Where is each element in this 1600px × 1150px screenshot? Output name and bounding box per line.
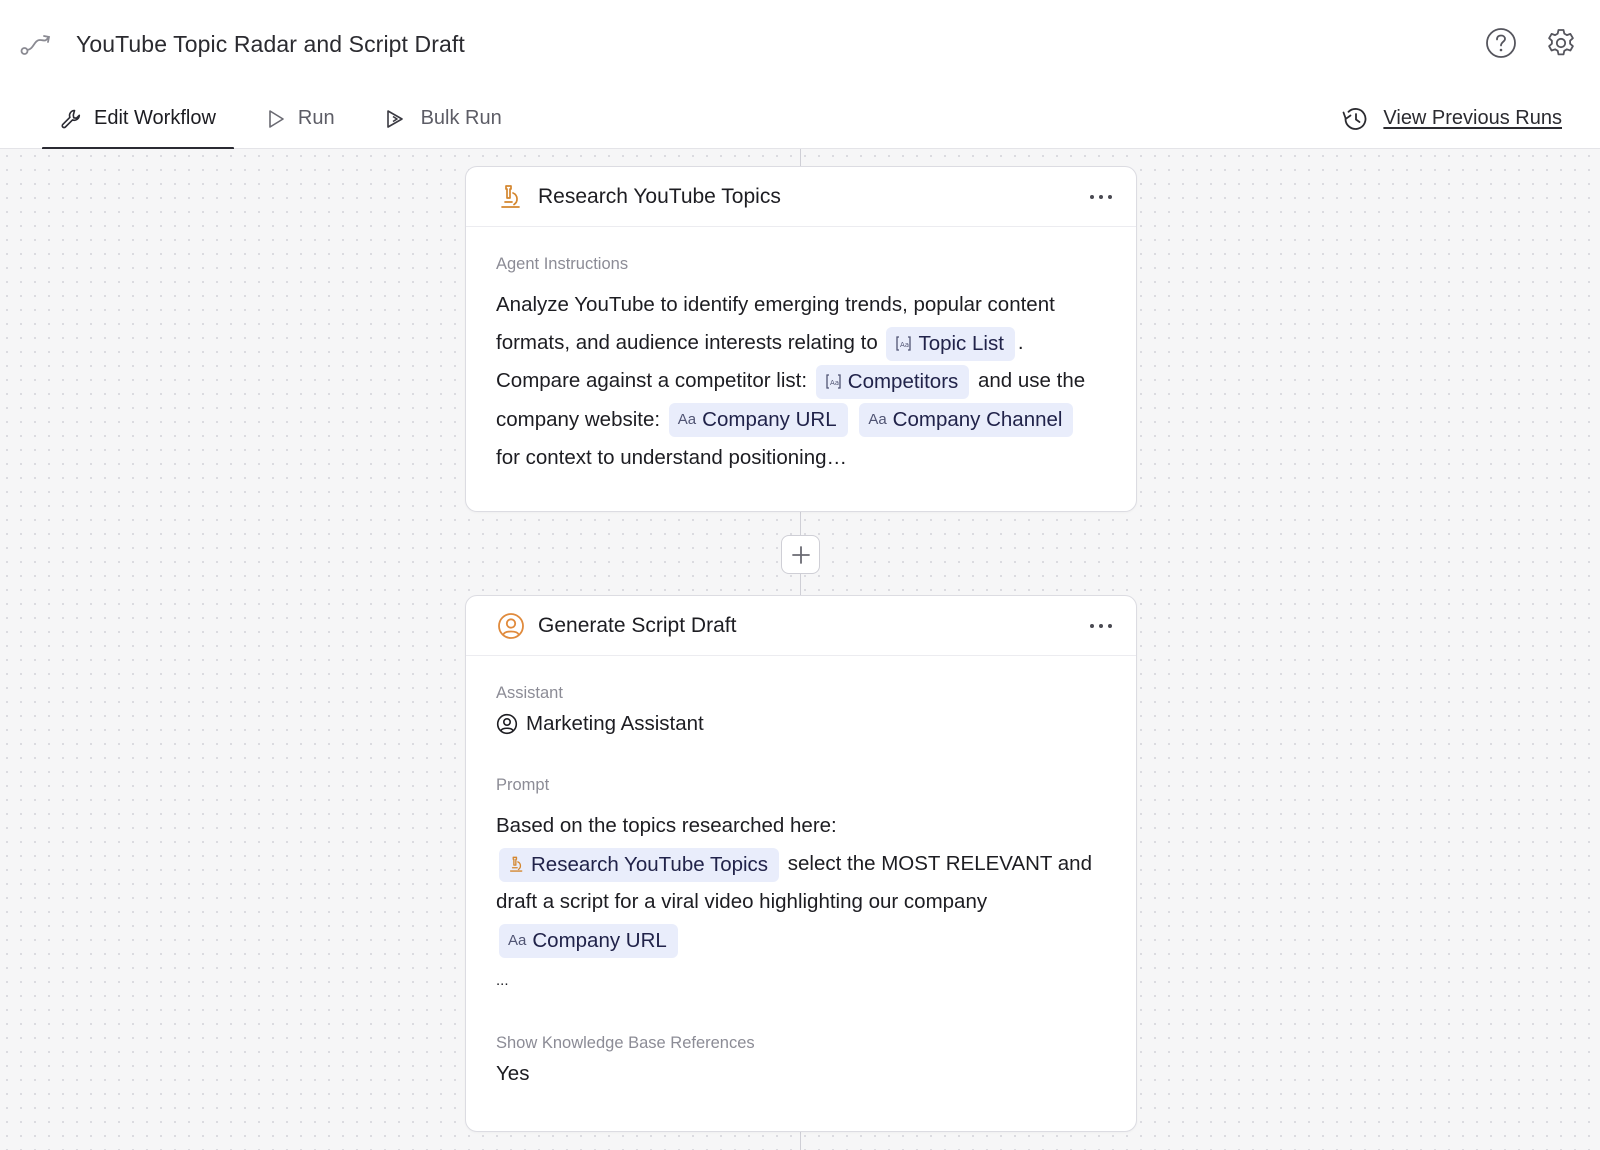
gear-icon [1548, 29, 1574, 56]
list-variable-icon: Aa [895, 335, 912, 352]
tab-label: Run [297, 107, 335, 129]
tab-edit-workflow[interactable]: Edit Workflow [42, 88, 234, 150]
assistant-label: Assistant [496, 684, 563, 702]
view-previous-runs-link[interactable]: View Previous Runs [1341, 88, 1562, 149]
wrench-icon [60, 108, 82, 130]
more-horizontal-icon [1090, 624, 1112, 628]
microscope-icon [496, 182, 526, 212]
prompt-ellipsis: ... [496, 971, 509, 989]
step-title: Research YouTube Topics [538, 184, 781, 208]
text-variable-icon: Aa [508, 932, 527, 950]
instructions-text: for context to understand positioning… [496, 445, 847, 469]
help-icon [1486, 28, 1516, 58]
kb-references-value[interactable]: Yes [496, 1062, 1106, 1086]
tab-label: Edit Workflow [94, 107, 216, 129]
variable-chip-company-url[interactable]: Aa Company URL [668, 403, 848, 438]
history-icon [1341, 106, 1369, 132]
user-circle-icon [496, 611, 526, 641]
assistant-value[interactable]: Marketing Assistant [496, 712, 1106, 736]
help-button[interactable] [1484, 26, 1518, 60]
previous-runs-label: View Previous Runs [1383, 107, 1562, 129]
step-more-button[interactable] [1084, 181, 1118, 213]
svg-text:Aa: Aa [830, 379, 839, 387]
connector-line [800, 1132, 801, 1150]
microscope-icon [508, 855, 525, 874]
top-bar: YouTube Topic Radar and Script Draft [0, 0, 1600, 88]
kb-references-label: Show Knowledge Base References [496, 1034, 755, 1053]
variable-chip-topic-list[interactable]: Aa Topic List [886, 326, 1015, 361]
prompt-text[interactable]: Based on the topics researched here: Res… [496, 807, 1106, 1000]
prompt-line: Based on the topics researched here: [496, 814, 837, 837]
step-more-button[interactable] [1084, 610, 1118, 642]
assistant-icon [496, 713, 518, 735]
add-step-button[interactable] [781, 535, 820, 574]
text-variable-icon: Aa [868, 411, 887, 429]
instructions-text: Compare against a competitor list: [496, 369, 808, 393]
page-title: YouTube Topic Radar and Script Draft [76, 30, 465, 57]
step-title: Generate Script Draft [538, 613, 737, 637]
assistant-name: Marketing Assistant [526, 712, 704, 735]
chip-label: Competitors [847, 369, 959, 393]
connector-line [800, 149, 801, 166]
chip-label: Company URL [702, 408, 837, 432]
agent-instructions-text[interactable]: Analyze YouTube to identify emerging tre… [496, 286, 1106, 477]
more-horizontal-icon [1090, 195, 1112, 199]
list-variable-icon: Aa [825, 373, 842, 390]
play-icon [266, 108, 286, 130]
bulk-play-icon [385, 108, 409, 130]
step-card-research[interactable]: Research YouTube Topics Agent Instructio… [465, 166, 1137, 512]
svg-text:Aa: Aa [900, 341, 909, 349]
workflow-icon [20, 27, 54, 61]
variable-chip-competitors[interactable]: Aa Competitors [815, 364, 970, 399]
workflow-canvas: Research YouTube Topics Agent Instructio… [0, 149, 1600, 1150]
plus-icon [791, 545, 810, 564]
variable-chip-company-url[interactable]: Aa Company URL [499, 924, 678, 959]
settings-button[interactable] [1544, 26, 1578, 60]
step-ref-chip-research[interactable]: Research YouTube Topics [499, 847, 780, 882]
variable-chip-company-channel[interactable]: Aa Company Channel [859, 403, 1074, 438]
chip-label: Topic List [918, 331, 1004, 355]
tab-bar: Edit Workflow Run Bulk Run View Previous… [0, 88, 1600, 150]
tab-label: Bulk Run [420, 107, 502, 129]
step-card-generate-script[interactable]: Generate Script Draft Assistant Marketin… [465, 595, 1137, 1132]
tab-run[interactable]: Run [248, 88, 353, 149]
agent-instructions-label: Agent Instructions [496, 255, 629, 273]
prompt-label: Prompt [496, 776, 550, 794]
instructions-text: . [1017, 331, 1024, 355]
text-variable-icon: Aa [677, 411, 697, 429]
chip-label: Company Channel [892, 408, 1063, 432]
chip-label: Research YouTube Topics [531, 852, 769, 876]
chip-label: Company URL [532, 929, 667, 953]
tab-bulk-run[interactable]: Bulk Run [367, 88, 520, 149]
